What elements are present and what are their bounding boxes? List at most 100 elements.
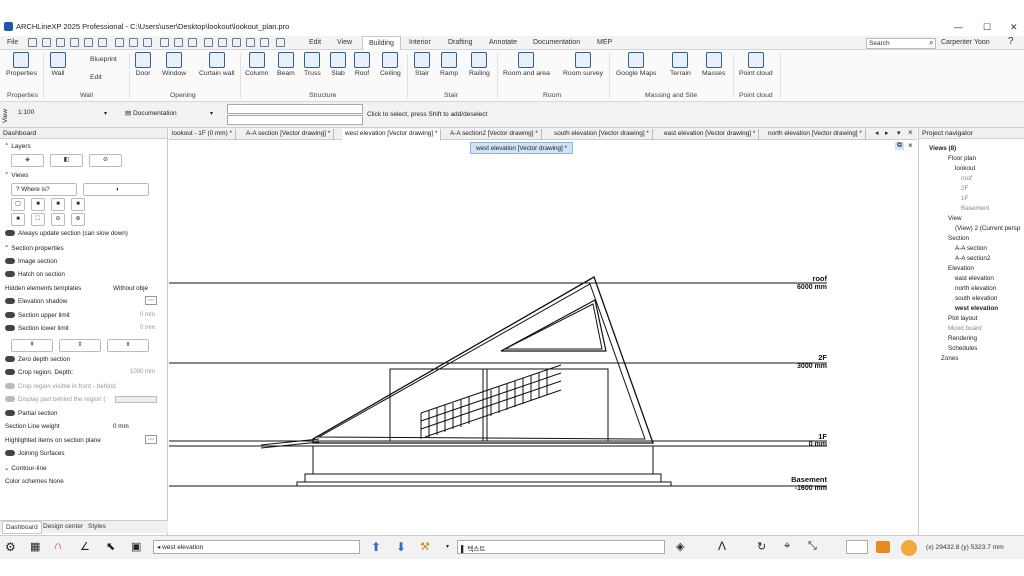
chevron-down-icon[interactable]: ▾ <box>446 543 449 550</box>
tree-item-elevation[interactable]: Elevation <box>948 265 974 272</box>
tree-item-schedules[interactable]: Schedules <box>948 345 977 352</box>
layer-visibility-icon[interactable]: ◧ <box>50 154 83 167</box>
tree-item-lookout[interactable]: lookout <box>955 165 975 172</box>
roof-button[interactable]: Roof <box>354 52 370 77</box>
dimension-icon[interactable] <box>232 38 241 47</box>
tab-design-center[interactable]: Design center <box>40 523 86 530</box>
tree-item-east-elevation[interactable]: east elevation <box>955 275 994 282</box>
tab-list-icon[interactable]: ▾ <box>897 129 901 137</box>
tree-item-current-perspective[interactable]: (View) 2 (Current persp <box>955 225 1020 232</box>
google-maps-button[interactable]: Google Maps <box>616 52 656 77</box>
more-options-icon[interactable]: ⋯ <box>144 296 157 305</box>
align-top-icon[interactable]: ⇞ <box>11 338 53 352</box>
settings-dropdown-icon[interactable] <box>276 38 285 47</box>
layer-cube-icon[interactable]: ◈ <box>11 154 44 167</box>
doc-tab[interactable]: lookout - 1F (0 mm) * <box>169 129 237 140</box>
tree-item-plot-layout[interactable]: Plot layout <box>948 315 977 322</box>
joining-surfaces-toggle[interactable]: Joining Surfaces <box>0 447 167 461</box>
tree-item-west-elevation[interactable]: west elevation <box>955 305 998 312</box>
crop-depth-value[interactable]: 1000 mm <box>130 369 155 375</box>
tab-building[interactable]: Building <box>362 36 401 50</box>
layers-section[interactable]: ⌃ Layers <box>0 139 167 153</box>
toggle-switch[interactable] <box>5 311 15 318</box>
scale-select[interactable]: 1:100 <box>15 107 115 121</box>
crop-region-toggle[interactable]: Crop region. Depth: 1000 mm <box>0 366 167 380</box>
contrast-icon[interactable]: ◐ <box>83 183 149 196</box>
tree-item-views[interactable]: Views (8) <box>929 145 956 152</box>
where-is-button[interactable]: ? Where is? <box>11 183 77 196</box>
tree-item-zones[interactable]: Zones <box>941 355 959 362</box>
angle-icon[interactable]: ∠ <box>80 540 90 553</box>
section-properties-header[interactable]: ⌃ Section properties <box>0 241 167 255</box>
copy-icon[interactable] <box>115 38 124 47</box>
slab-button[interactable]: Slab <box>330 52 346 77</box>
toggle-switch[interactable] <box>5 298 15 305</box>
toggle-switch[interactable] <box>5 382 15 389</box>
zoom-input[interactable] <box>846 540 868 554</box>
paste-icon[interactable] <box>129 38 138 47</box>
print-icon[interactable] <box>70 38 79 47</box>
snap-icon[interactable] <box>260 38 269 47</box>
tree-item-2f[interactable]: 2F <box>961 185 968 192</box>
room-and-area-button[interactable]: Room and area <box>503 52 550 77</box>
tree-item-section[interactable]: Section <box>948 235 969 242</box>
doc-tab[interactable]: A-A section [Vector drawing] * <box>243 129 335 140</box>
toggle-switch[interactable] <box>5 271 15 278</box>
command-input[interactable] <box>227 104 363 114</box>
properties-button[interactable]: Properties <box>6 52 37 77</box>
layers-icon[interactable]: ◈ <box>676 540 684 553</box>
tab-interior[interactable]: Interior <box>409 39 431 46</box>
camera-icon[interactable]: ⌖ <box>784 540 790 553</box>
display-part-toggle[interactable]: Display part behind the region ( <box>0 393 167 407</box>
tab-drafting[interactable]: Drafting <box>448 39 473 46</box>
search-input[interactable]: Search <box>866 38 936 49</box>
close-button[interactable]: ✕ <box>1010 22 1018 33</box>
tree-item-1f[interactable]: 1F <box>961 195 968 202</box>
toggle-switch[interactable] <box>5 355 15 362</box>
tree-item-north-elevation[interactable]: north elevation <box>955 285 996 292</box>
tab-annotate[interactable]: Annotate <box>489 39 517 46</box>
toggle-switch[interactable] <box>5 396 15 403</box>
view-box-icon[interactable]: ▢ <box>11 198 25 211</box>
ramp-button[interactable]: Ramp <box>440 52 458 77</box>
display-part-slider[interactable] <box>115 396 157 403</box>
north-arrow-icon[interactable]: Λ <box>718 539 726 553</box>
close-tab-icon[interactable]: × <box>908 128 913 137</box>
menu-view[interactable]: View <box>337 39 352 46</box>
minimize-button[interactable]: — <box>954 22 963 32</box>
move-icon[interactable] <box>246 38 255 47</box>
tree-item-basement[interactable]: Basement <box>961 205 989 212</box>
tab-documentation[interactable]: Documentation <box>533 39 580 46</box>
menu-file[interactable]: File <box>7 39 18 46</box>
view-cube-icon[interactable]: ■ <box>31 198 45 211</box>
restore-view-icon[interactable]: ⧉ <box>895 142 904 150</box>
match-properties-icon[interactable] <box>143 38 152 47</box>
upper-limit-toggle[interactable]: Section upper limit 0 mm <box>0 309 167 323</box>
chevron-down-icon[interactable]: ▾ <box>104 110 107 117</box>
ceiling-button[interactable]: Ceiling <box>380 52 401 77</box>
tree-item-aa-section[interactable]: A-A section <box>955 245 987 252</box>
render-icon[interactable] <box>876 541 890 553</box>
tree-item-south-elevation[interactable]: south elevation <box>955 295 997 302</box>
truss-button[interactable]: Truss <box>304 52 321 77</box>
tree-item-roof[interactable]: roof <box>961 175 972 182</box>
lower-limit-value[interactable]: 0 mm <box>140 325 155 331</box>
align-middle-icon[interactable]: ⇕ <box>59 338 101 352</box>
elevation-shadow-toggle[interactable]: Elevation shadow ⋯ <box>0 295 167 309</box>
view-fill-icon[interactable]: ■ <box>11 213 25 226</box>
maximize-button[interactable]: ☐ <box>983 22 991 33</box>
edit-button[interactable]: Edit <box>74 74 102 81</box>
doc-tab[interactable]: east elevation [Vector drawing] * <box>661 129 760 140</box>
hidden-templates-select[interactable]: Without obje <box>113 285 148 292</box>
crop-visible-toggle[interactable]: Crop region visible in front - behind <box>0 380 167 394</box>
doc-tab[interactable]: west elevation [Vector drawing] * <box>342 129 442 140</box>
redo-icon[interactable] <box>98 38 107 47</box>
close-view-icon[interactable]: × <box>908 141 913 150</box>
point-cloud-button[interactable]: Point cloud <box>739 52 773 77</box>
view-iso-icon[interactable]: ■ <box>71 198 85 211</box>
toggle-switch[interactable] <box>5 409 15 416</box>
measure-icon[interactable]: ⤡ <box>808 540 817 553</box>
column-button[interactable]: Column <box>245 52 268 77</box>
view-front-icon[interactable]: ■ <box>51 198 65 211</box>
tree-item-view[interactable]: View <box>948 215 962 222</box>
